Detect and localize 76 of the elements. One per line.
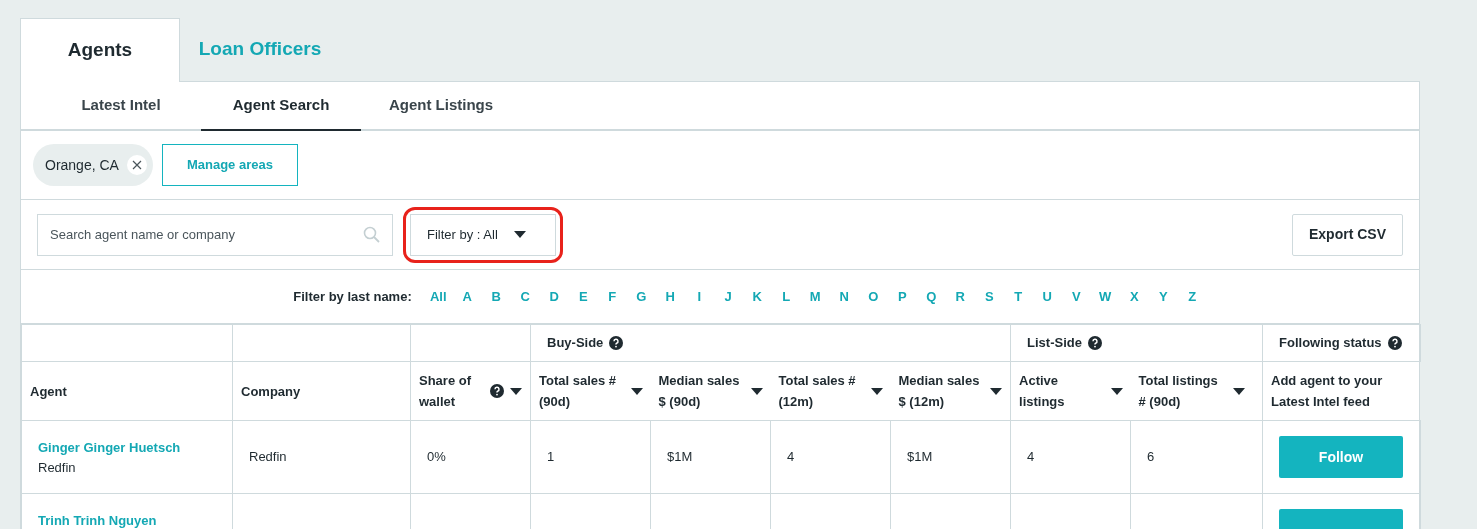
filter-label: Filter by last name: <box>293 287 412 306</box>
letter-link[interactable]: T <box>1003 286 1033 307</box>
table-cell: 4 <box>1027 449 1035 465</box>
letter-link[interactable]: Y <box>1148 286 1178 307</box>
letter-link[interactable]: N <box>829 286 859 307</box>
table-cell: Redfin <box>249 449 287 465</box>
table-cell: $1M <box>667 449 693 465</box>
caret-icon <box>513 231 526 238</box>
letter-link[interactable]: O <box>858 286 888 307</box>
letter-link[interactable]: J <box>713 286 743 307</box>
table-cell: 1 <box>547 449 555 465</box>
column-header: Median sales $ (90d) <box>658 372 741 411</box>
letter-link[interactable]: U <box>1032 286 1062 307</box>
help-icon[interactable] <box>1087 336 1102 350</box>
group-header: Buy-Side <box>547 334 604 353</box>
column-header: Median sales $ (12m) <box>898 372 981 411</box>
sort-caret-icon[interactable] <box>1232 387 1245 395</box>
letter-link[interactable]: D <box>539 286 569 307</box>
close-icon <box>131 160 142 170</box>
manage-areas-button[interactable]: Manage areas <box>161 144 298 186</box>
column-header: Active listings <box>1019 372 1066 411</box>
letter-link[interactable]: L <box>771 286 801 307</box>
search-field[interactable]: Search agent name or company <box>37 213 393 256</box>
table-cell: $1M <box>907 449 933 465</box>
sort-caret-icon[interactable] <box>870 387 883 395</box>
letter-link[interactable]: X <box>1119 286 1149 307</box>
column-header: Add agent to your Latest Intel feed <box>1271 372 1384 411</box>
letter-link[interactable]: All <box>423 286 453 307</box>
letter-link[interactable]: Z <box>1177 286 1207 307</box>
help-icon[interactable] <box>609 336 624 350</box>
letter-link[interactable]: W <box>1090 286 1120 307</box>
group-header: List-Side <box>1027 334 1082 353</box>
section-tab[interactable]: Agent Listings <box>361 82 521 131</box>
filter-dropdown[interactable]: Filter by : All <box>410 213 556 256</box>
letter-link[interactable]: H <box>655 286 685 307</box>
column-header: Total sales # (12m) <box>778 372 857 411</box>
letter-link[interactable]: S <box>974 286 1004 307</box>
help-icon[interactable] <box>1387 336 1402 350</box>
letter-link[interactable]: A <box>452 286 482 307</box>
sort-caret-icon[interactable] <box>750 387 763 395</box>
letter-link[interactable]: R <box>945 286 975 307</box>
letter-link[interactable]: G <box>626 286 656 307</box>
sort-caret-icon[interactable] <box>1110 387 1123 395</box>
letter-link[interactable]: F <box>597 286 627 307</box>
column-header: Share of wallet <box>419 372 472 411</box>
letter-link[interactable]: P <box>887 286 917 307</box>
letter-link[interactable]: I <box>684 286 714 307</box>
letter-link[interactable]: B <box>481 286 511 307</box>
table-cell: 0% <box>427 449 446 465</box>
section-tab[interactable]: Latest Intel <box>41 82 201 131</box>
sort-caret-icon[interactable] <box>510 387 522 395</box>
table-cell: 4 <box>787 449 795 465</box>
search-icon <box>363 225 381 244</box>
follow-button[interactable]: Follow <box>1279 436 1404 478</box>
column-header: Total listings # (90d) <box>1138 372 1219 411</box>
group-header: Following status <box>1279 334 1382 353</box>
export-csv-button[interactable]: Export CSV <box>1292 213 1403 256</box>
remove-area-button[interactable] <box>126 155 147 175</box>
column-header: Total sales # (90d) <box>539 372 618 411</box>
letter-link[interactable]: K <box>742 286 772 307</box>
table-cell: 6 <box>1147 449 1155 465</box>
column-header: Company <box>241 382 302 401</box>
help-icon[interactable] <box>490 384 504 398</box>
letter-link[interactable]: V <box>1061 286 1091 307</box>
agent-company: Redfin <box>38 458 77 477</box>
sort-caret-icon[interactable] <box>990 387 1003 395</box>
letter-link[interactable]: M <box>800 286 830 307</box>
agents-type-tab[interactable]: Agents <box>20 18 180 82</box>
letter-link[interactable]: E <box>568 286 598 307</box>
section-tab[interactable]: Agent Search <box>201 82 361 131</box>
letter-link[interactable]: Q <box>916 286 946 307</box>
sort-caret-icon[interactable] <box>630 387 643 395</box>
area-chip-label: Orange, CA <box>45 155 119 175</box>
agent-name-link[interactable]: Ginger Ginger Huetsch <box>38 438 216 458</box>
column-header: Agent <box>30 382 68 401</box>
letter-link[interactable]: C <box>510 286 540 307</box>
